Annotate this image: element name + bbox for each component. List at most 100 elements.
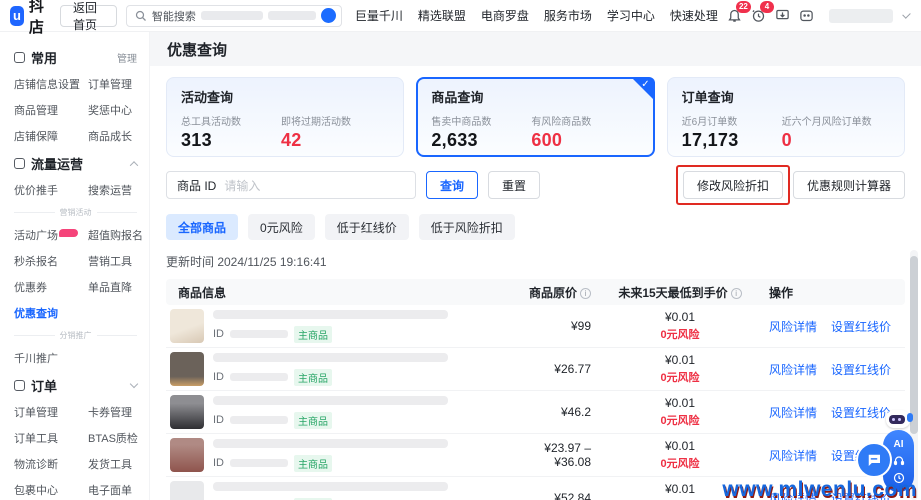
sidebar-item-order-mgmt[interactable]: 订单管理 bbox=[88, 76, 137, 92]
section-order[interactable]: 订单 bbox=[14, 376, 137, 395]
tab-below-redline[interactable]: 低于红线价 bbox=[325, 214, 409, 240]
stat-value-danger: 600 bbox=[531, 130, 631, 151]
set-redline-link[interactable]: 设置红线价 bbox=[831, 404, 891, 421]
sidebar-item-marketing-tools[interactable]: 营销工具 bbox=[88, 253, 143, 269]
sidebar-item-package-center[interactable]: 包裹中心 bbox=[14, 482, 88, 498]
headset-icon[interactable] bbox=[893, 455, 905, 467]
product-thumbnail[interactable] bbox=[170, 438, 204, 472]
discount-rule-calculator-button[interactable]: 优惠规则计算器 bbox=[793, 171, 905, 199]
ai-search-icon[interactable] bbox=[321, 8, 336, 23]
info-icon[interactable] bbox=[580, 288, 591, 299]
risk-detail-link[interactable]: 风险详情 bbox=[769, 404, 817, 421]
product-thumbnail[interactable] bbox=[170, 481, 204, 500]
stat-value-danger: 42 bbox=[281, 130, 381, 151]
main-content: 优惠查询 活动查询 总工具活动数 313 即将过期活动数 42 ✓ 商品查询 售… bbox=[150, 32, 921, 500]
risk-detail-link[interactable]: 风险详情 bbox=[769, 447, 817, 464]
section-traffic-title: 流量运营 bbox=[31, 154, 83, 173]
nav-jingxuanlianmeng[interactable]: 精选联盟 bbox=[418, 7, 466, 24]
set-redline-link[interactable]: 设置红线价 bbox=[831, 318, 891, 335]
product-thumbnail[interactable] bbox=[170, 309, 204, 343]
card-order-query[interactable]: 订单查询 近6月订单数 17,173 近六个月风险订单数 0 bbox=[667, 77, 905, 157]
actions-cell: 风险详情 设置红线价 bbox=[755, 318, 905, 335]
douyin-shop-logo[interactable]: u 抖店 bbox=[10, 0, 51, 37]
sidebar-item-shop-protection[interactable]: 店铺保障 bbox=[14, 128, 88, 144]
back-home-button[interactable]: 返回首页 bbox=[60, 5, 117, 27]
risk-detail-link[interactable]: 风险详情 bbox=[769, 361, 817, 378]
product-id-input[interactable]: 商品 ID 请输入 bbox=[166, 171, 416, 199]
zero-risk-label: 0元风险 bbox=[605, 412, 755, 428]
customer-service-icon[interactable] bbox=[799, 7, 814, 25]
ai-robot-icon[interactable] bbox=[884, 408, 912, 430]
nav-xuexizhongxin[interactable]: 学习中心 bbox=[607, 7, 655, 24]
info-icon[interactable] bbox=[731, 288, 742, 299]
search-placeholder-blur2 bbox=[268, 11, 316, 20]
sidebar-item-activity-square[interactable]: 活动广场 bbox=[14, 227, 88, 243]
search-input[interactable]: 智能搜索 bbox=[126, 5, 342, 27]
manage-link[interactable]: 管理 bbox=[117, 50, 137, 65]
sidebar-item-search-ops[interactable]: 搜索运营 bbox=[88, 182, 137, 198]
modify-risk-discount-button[interactable]: 修改风险折扣 bbox=[683, 171, 783, 199]
sidebar-item-single-discount[interactable]: 单品直降 bbox=[88, 279, 143, 295]
nav-dianshangluopan[interactable]: 电商罗盘 bbox=[481, 7, 529, 24]
sidebar-item-order-tools[interactable]: 订单工具 bbox=[14, 430, 88, 446]
stat-value-danger: 0 bbox=[782, 130, 882, 151]
sidebar-item-order-mgmt2[interactable]: 订单管理 bbox=[14, 404, 88, 420]
reset-button[interactable]: 重置 bbox=[488, 171, 540, 199]
min-price-cell: ¥0.01 0元风险 bbox=[605, 439, 755, 471]
sidebar-item-value-buy[interactable]: 超值购报名 bbox=[88, 227, 143, 243]
sidebar-item-price-promoter[interactable]: 优价推手 bbox=[14, 182, 88, 198]
sidebar-item-product-mgmt[interactable]: 商品管理 bbox=[14, 102, 88, 118]
stat-label: 即将过期活动数 bbox=[281, 113, 381, 128]
sidebar-item-btas[interactable]: BTAS质检 bbox=[88, 430, 138, 446]
sidebar-item-shop-info[interactable]: 店铺信息设置 bbox=[14, 76, 88, 92]
card-product-query-selected[interactable]: ✓ 商品查询 售卖中商品数 2,633 有风险商品数 600 bbox=[416, 77, 654, 157]
stat-label: 有风险商品数 bbox=[531, 113, 631, 128]
query-button[interactable]: 查询 bbox=[426, 171, 478, 199]
section-traffic[interactable]: 流量运营 bbox=[14, 154, 137, 173]
nav-kuaisuchuli[interactable]: 快速处理 bbox=[670, 7, 718, 24]
update-time: 更新时间 2024/11/25 19:16:41 bbox=[166, 253, 905, 270]
product-cell: ID 主商品 bbox=[166, 438, 505, 472]
notification-bell-icon[interactable]: 22 bbox=[727, 7, 742, 25]
product-thumbnail[interactable] bbox=[170, 395, 204, 429]
sidebar-item-discount-query-active[interactable]: 优惠查询 bbox=[14, 305, 88, 321]
search-icon bbox=[135, 10, 147, 22]
sidebar-item-shipping-tools[interactable]: 发货工具 bbox=[88, 456, 138, 472]
card-title: 活动查询 bbox=[181, 87, 389, 106]
sidebar-item-coupon[interactable]: 优惠券 bbox=[14, 279, 88, 295]
user-name-blurred[interactable] bbox=[829, 9, 893, 23]
tab-all-products[interactable]: 全部商品 bbox=[166, 214, 238, 240]
stat-value: 2,633 bbox=[431, 130, 531, 151]
user-chevron-down-icon[interactable] bbox=[902, 10, 910, 18]
product-thumbnail[interactable] bbox=[170, 352, 204, 386]
tab-zero-risk[interactable]: 0元风险 bbox=[248, 214, 315, 240]
chat-bubble-button[interactable] bbox=[856, 442, 892, 478]
set-redline-link[interactable]: 设置红线价 bbox=[831, 361, 891, 378]
stat-label: 总工具活动数 bbox=[181, 113, 281, 128]
min-price-cell: ¥0.01 0元风险 bbox=[605, 310, 755, 342]
order-items: 订单管理 卡券管理 订单工具 BTAS质检 物流诊断 发货工具 包裹中心 电子面… bbox=[14, 404, 137, 500]
ai-label: AI bbox=[894, 439, 904, 450]
sidebar-item-reward-center[interactable]: 奖惩中心 bbox=[88, 102, 137, 118]
sidebar-item-logistics-diag[interactable]: 物流诊断 bbox=[14, 456, 88, 472]
sidebar-item-product-growth[interactable]: 商品成长 bbox=[88, 128, 137, 144]
marketing-items: 活动广场 超值购报名 秒杀报名 营销工具 优惠券 单品直降 优惠查询 bbox=[14, 227, 137, 321]
todo-alarm-icon[interactable]: 4 bbox=[751, 7, 766, 25]
logo-icon: u bbox=[10, 6, 24, 26]
card-activity-query[interactable]: 活动查询 总工具活动数 313 即将过期活动数 42 bbox=[166, 77, 404, 157]
stat-value: 313 bbox=[181, 130, 281, 151]
download-client-icon[interactable] bbox=[775, 7, 790, 25]
sidebar-item-card-mgmt[interactable]: 卡券管理 bbox=[88, 404, 138, 420]
sidebar-item-qianchuan-promo[interactable]: 千川推广 bbox=[14, 350, 88, 366]
risk-detail-link[interactable]: 风险详情 bbox=[769, 318, 817, 335]
sidebar-item-flash-sale[interactable]: 秒杀报名 bbox=[14, 253, 88, 269]
tab-below-risk-discount[interactable]: 低于风险折扣 bbox=[419, 214, 515, 240]
sidebar-item-e-waybill[interactable]: 电子面单 bbox=[88, 482, 138, 498]
original-price: ¥99 bbox=[505, 319, 605, 333]
nav-juliangqianchuan[interactable]: 巨量千川 bbox=[355, 7, 403, 24]
actions-cell: 风险详情 设置红线价 bbox=[755, 361, 905, 378]
filter-row: 商品 ID 请输入 查询 重置 修改风险折扣 优惠规则计算器 bbox=[166, 171, 905, 199]
search-text: 智能搜索 bbox=[152, 8, 196, 24]
folder-icon bbox=[14, 52, 25, 63]
nav-fuwushichang[interactable]: 服务市场 bbox=[544, 7, 592, 24]
